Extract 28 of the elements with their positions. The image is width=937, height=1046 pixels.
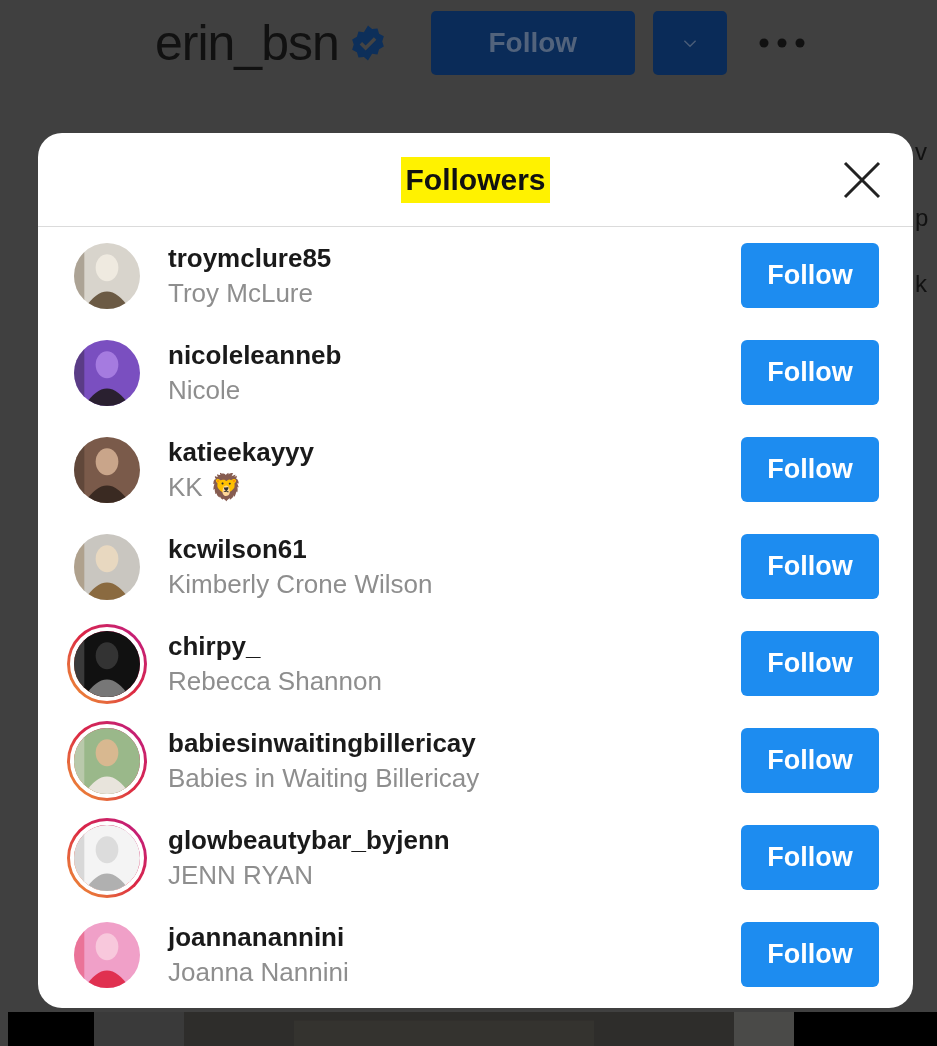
follow-button[interactable]: Follow <box>741 825 879 890</box>
follower-name: Joanna Nannini <box>168 956 349 988</box>
follow-button[interactable]: Follow <box>741 534 879 599</box>
follow-button[interactable]: Follow <box>741 728 879 793</box>
follow-button[interactable]: Follow <box>430 11 635 75</box>
follower-name: Babies in Waiting Billericay <box>168 762 480 794</box>
chevron-down-icon <box>682 38 697 48</box>
follow-button[interactable]: Follow <box>741 340 879 405</box>
follower-username[interactable]: babiesinwaitingbillericay <box>168 727 476 759</box>
follower-name: KK 🦁 <box>168 471 242 503</box>
follow-button[interactable]: Follow <box>741 631 879 696</box>
follower-name: JENN RYAN <box>168 859 313 891</box>
follower-name: Troy McLure <box>168 277 313 309</box>
follower-name: Nicole <box>168 374 241 406</box>
follower-name: Kimberly Crone Wilson <box>168 568 433 600</box>
dialog-title: Followers <box>401 156 550 203</box>
follow-button[interactable]: Follow <box>741 243 879 308</box>
follow-button[interactable]: Follow <box>741 437 879 502</box>
follower-username[interactable]: katieekayyy <box>168 436 315 468</box>
follower-username[interactable]: joannanannini <box>168 921 345 953</box>
follower-username[interactable]: kcwilson61 <box>168 533 307 565</box>
follower-username[interactable]: chirpy_ <box>168 630 261 662</box>
follower-username[interactable]: nicoleleanneb <box>168 339 342 371</box>
follower-username[interactable]: glowbeautybar_byjenn <box>168 824 450 856</box>
close-icon[interactable] <box>842 160 882 200</box>
follow-button[interactable]: Follow <box>741 922 879 987</box>
follower-name: Rebecca Shannon <box>168 665 382 697</box>
follower-username[interactable]: troymclure85 <box>168 242 332 274</box>
